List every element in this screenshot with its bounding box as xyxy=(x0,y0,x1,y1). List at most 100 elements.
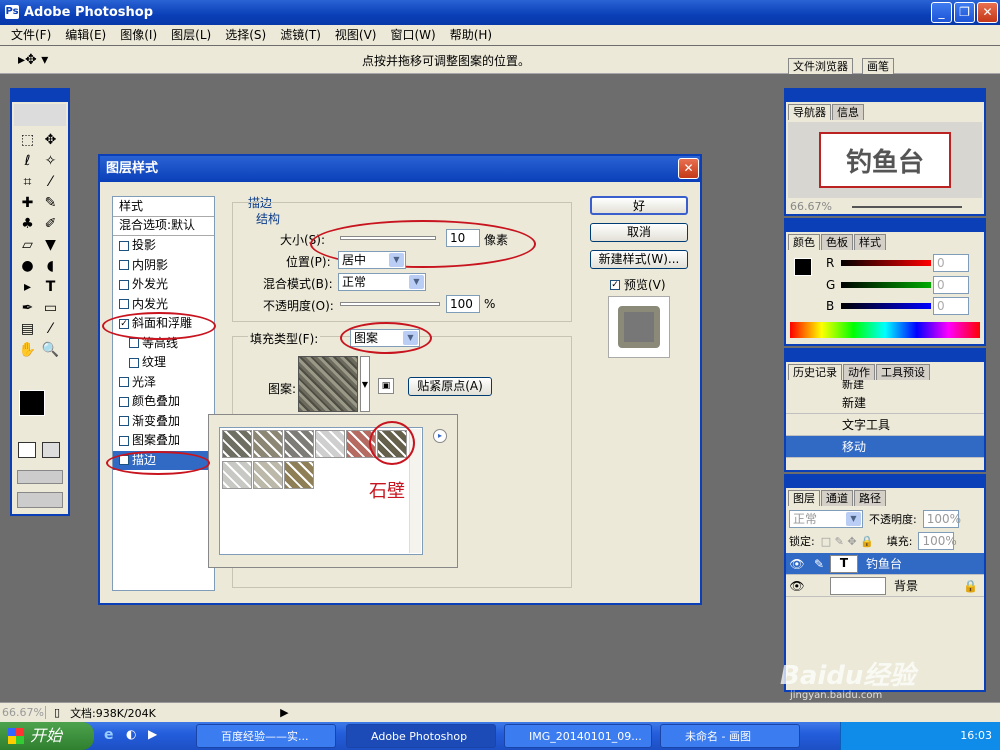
history-item-new[interactable]: 新建 xyxy=(786,392,984,414)
snap-origin-button[interactable]: 贴紧原点(A) xyxy=(408,377,492,396)
g-slider[interactable] xyxy=(841,282,931,288)
menu-item-6[interactable]: 视图(V) xyxy=(328,25,384,45)
task-baidu[interactable]: 百度经验——实... xyxy=(196,724,336,748)
eye-icon[interactable]: 👁 xyxy=(786,557,808,571)
task-image[interactable]: IMG_20140101_09... xyxy=(504,724,652,748)
pattern-swatch-8[interactable] xyxy=(284,461,314,489)
brush-link-icon[interactable]: ✎ xyxy=(808,557,830,571)
menu-item-3[interactable]: 图层(L) xyxy=(164,25,218,45)
opacity-input[interactable]: 100 xyxy=(446,295,480,313)
layer-opacity-input[interactable]: 100% xyxy=(922,510,961,528)
foreground-color-swatch[interactable] xyxy=(19,390,45,416)
style-item-2[interactable]: 外发光 xyxy=(113,275,214,295)
style-item-8[interactable]: 颜色叠加 xyxy=(113,392,214,412)
style-checkbox[interactable] xyxy=(119,260,129,271)
pattern-swatch-7[interactable] xyxy=(253,461,283,489)
b-value[interactable]: 0 xyxy=(933,297,969,315)
minimize-button[interactable]: _ xyxy=(931,2,952,23)
style-item-1[interactable]: 内阴影 xyxy=(113,256,214,276)
menu-item-8[interactable]: 帮助(H) xyxy=(443,25,499,45)
maximize-button[interactable]: ❐ xyxy=(954,2,975,23)
status-arrow-icon[interactable]: ▶ xyxy=(280,706,288,719)
new-preset-icon[interactable]: ▣ xyxy=(378,378,394,394)
tray-clock[interactable]: 16:03 xyxy=(960,729,992,742)
tab-actions[interactable]: 动作 xyxy=(843,364,875,380)
stamp-tool-icon[interactable]: ♣ xyxy=(16,214,39,235)
tab-layers[interactable]: 图层 xyxy=(788,490,820,506)
tab-swatches[interactable]: 色板 xyxy=(821,234,853,250)
style-checkbox[interactable] xyxy=(119,377,129,388)
jump-to-imageready-icon[interactable] xyxy=(17,492,63,508)
shape-tool-icon[interactable]: ▭ xyxy=(39,298,62,319)
brush-tool-icon[interactable]: ✎ xyxy=(39,193,62,214)
tab-channels[interactable]: 通道 xyxy=(821,490,853,506)
tab-tool-presets[interactable]: 工具预设 xyxy=(876,364,930,380)
lock-icons[interactable]: □ ✎ ✥ 🔒 xyxy=(821,535,881,548)
pattern-dropdown-arrow[interactable]: ▼ xyxy=(360,356,370,412)
menu-item-7[interactable]: 窗口(W) xyxy=(383,25,442,45)
preview-checkbox[interactable]: ✓ xyxy=(610,279,620,290)
layer-row-text[interactable]: 👁 ✎ T 钓鱼台 xyxy=(786,553,984,575)
new-style-button[interactable]: 新建样式(W)... xyxy=(590,250,688,269)
tab-navigator[interactable]: 导航器 xyxy=(788,104,831,120)
b-slider[interactable] xyxy=(841,303,931,309)
quicklaunch-ie-icon[interactable]: e xyxy=(104,727,120,743)
r-slider[interactable] xyxy=(841,260,931,266)
task-photoshop[interactable]: Adobe Photoshop xyxy=(346,724,496,748)
color-fg-swatch[interactable] xyxy=(794,258,812,276)
quicklaunch-desktop-icon[interactable]: ◐ xyxy=(126,727,142,743)
style-checkbox[interactable] xyxy=(119,240,129,251)
quicklaunch-media-icon[interactable]: ▶ xyxy=(148,727,164,743)
hand-tool-icon[interactable]: ✋ xyxy=(16,340,39,361)
pattern-menu-arrow-icon[interactable]: ▸ xyxy=(433,429,447,443)
cancel-button[interactable]: 取消 xyxy=(590,223,688,242)
layer-fill-input[interactable]: 100% xyxy=(918,532,957,550)
tab-info[interactable]: 信息 xyxy=(832,104,864,120)
paint-bucket-icon[interactable]: ▼ xyxy=(39,235,62,256)
style-checkbox[interactable] xyxy=(119,279,129,290)
path-select-icon[interactable]: ▸ xyxy=(16,277,39,298)
menu-item-4[interactable]: 选择(S) xyxy=(218,25,273,45)
tab-history[interactable]: 历史记录 xyxy=(788,364,842,380)
menu-item-0[interactable]: 文件(F) xyxy=(4,25,58,45)
style-checkbox[interactable] xyxy=(119,416,129,427)
notes-tool-icon[interactable]: ▤ xyxy=(16,319,39,340)
dodge-tool-icon[interactable]: ◖ xyxy=(39,256,62,277)
healing-brush-icon[interactable]: ✚ xyxy=(16,193,39,214)
tab-paths[interactable]: 路径 xyxy=(854,490,886,506)
preview-checkbox-row[interactable]: ✓ 预览(V) xyxy=(610,276,666,293)
blend-options-item[interactable]: 混合选项:默认 xyxy=(113,217,214,236)
pattern-swatch-2[interactable] xyxy=(284,430,314,458)
blur-tool-icon[interactable]: ● xyxy=(16,256,39,277)
dialog-close-button[interactable]: ✕ xyxy=(678,158,699,179)
move-tool-icon[interactable]: ✥ xyxy=(39,130,62,151)
style-checkbox[interactable] xyxy=(119,299,129,310)
layer-row-background[interactable]: 👁 背景 🔒 xyxy=(786,575,984,597)
task-paint[interactable]: 未命名 - 画图 xyxy=(660,724,800,748)
status-zoom[interactable]: 66.67% xyxy=(0,706,46,719)
color-spectrum-bar[interactable] xyxy=(790,322,980,338)
style-checkbox[interactable] xyxy=(119,396,129,407)
history-item-snapshot[interactable]: 新建 xyxy=(786,380,984,392)
style-checkbox[interactable] xyxy=(129,357,139,368)
history-item-type-tool[interactable]: 文字工具 xyxy=(786,414,984,436)
menu-item-1[interactable]: 编辑(E) xyxy=(58,25,113,45)
history-item-move[interactable]: 移动 xyxy=(786,436,984,458)
tab-file-browser[interactable]: 文件浏览器 xyxy=(788,58,853,74)
marquee-tool-icon[interactable]: ⬚ xyxy=(16,130,39,151)
style-item-0[interactable]: 投影 xyxy=(113,236,214,256)
style-item-10[interactable]: 图案叠加 xyxy=(113,431,214,451)
type-tool-icon[interactable]: T xyxy=(39,277,62,298)
pattern-swatch-3[interactable] xyxy=(315,430,345,458)
pattern-swatch-0[interactable] xyxy=(222,430,252,458)
blend-mode-select[interactable]: 正常 ▼ xyxy=(338,273,426,291)
quickmask-mode-icon[interactable] xyxy=(42,442,60,458)
quickmask-icon[interactable] xyxy=(18,442,36,458)
magic-wand-icon[interactable]: ✧ xyxy=(39,151,62,172)
position-select[interactable]: 居中 ▼ xyxy=(338,251,406,269)
move-tool-options-icon[interactable]: ▸✥ ▾ xyxy=(18,52,48,68)
menu-item-2[interactable]: 图像(I) xyxy=(113,25,164,45)
crop-tool-icon[interactable]: ⌗ xyxy=(16,172,39,193)
pattern-preview[interactable] xyxy=(298,356,358,412)
tab-color[interactable]: 颜色 xyxy=(788,234,820,250)
